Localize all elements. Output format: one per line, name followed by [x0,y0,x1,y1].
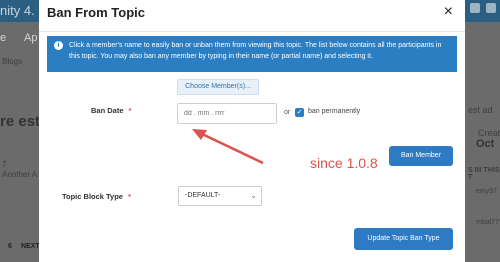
bell-icon [470,3,480,13]
ban-date-label: Ban Date * [91,106,131,115]
modal-header: Ban From Topic × [39,0,465,32]
background-meta: 7 [2,160,7,169]
ban-from-topic-modal: Ban From Topic × i Click a member's name… [39,0,465,262]
info-text: Click a member's name to easily ban or u… [69,42,442,60]
background-side-text: est ad [468,105,493,115]
background-site-title: nity 4. [0,3,35,18]
or-label: or [284,109,291,116]
background-side-text: emy97 [476,188,498,195]
topic-block-type-select[interactable]: -DEFAULT- ⌄ [178,186,262,206]
mail-icon [486,3,496,13]
background-side-text: Creat [478,128,500,138]
ban-permanently-checkbox[interactable]: ✓ [295,108,304,117]
background-next-link: NEXT [21,243,40,250]
update-topic-ban-type-button[interactable]: Update Topic Ban Type [354,228,453,250]
ban-date-label-text: Ban Date [91,106,124,115]
modal-title: Ban From Topic [47,5,145,20]
topic-block-type-label-text: Topic Block Type [62,192,123,201]
ban-permanently-label[interactable]: ban permanently [308,108,360,115]
ban-date-input[interactable] [177,103,277,124]
background-header-icons [470,3,496,13]
topic-block-type-value: -DEFAULT- [185,192,221,199]
topic-block-type-label: Topic Block Type * [62,192,131,201]
info-message: i Click a member's name to easily ban or… [47,36,457,72]
background-side-text: S IN THIS T [468,167,500,181]
close-icon[interactable]: × [444,4,453,20]
required-mark: * [127,192,131,201]
chevron-down-icon: ⌄ [250,191,257,200]
background-nav-item: e [0,32,7,44]
background-page-number: 6 [8,243,12,250]
background-breadcrumb: Blogs [2,57,23,66]
choose-members-button[interactable]: Choose Member(s)... [177,79,259,95]
required-mark: * [128,106,132,115]
background-nav-item: Ap [24,32,38,44]
ban-member-button[interactable]: Ban Member [389,146,453,166]
info-icon: i [54,41,63,50]
background-side-text: mbal77 [476,219,499,226]
background-side-text: Oct [476,138,495,150]
background-meta: Another A [2,170,38,179]
version-annotation: since 1.0.8 [310,155,378,171]
